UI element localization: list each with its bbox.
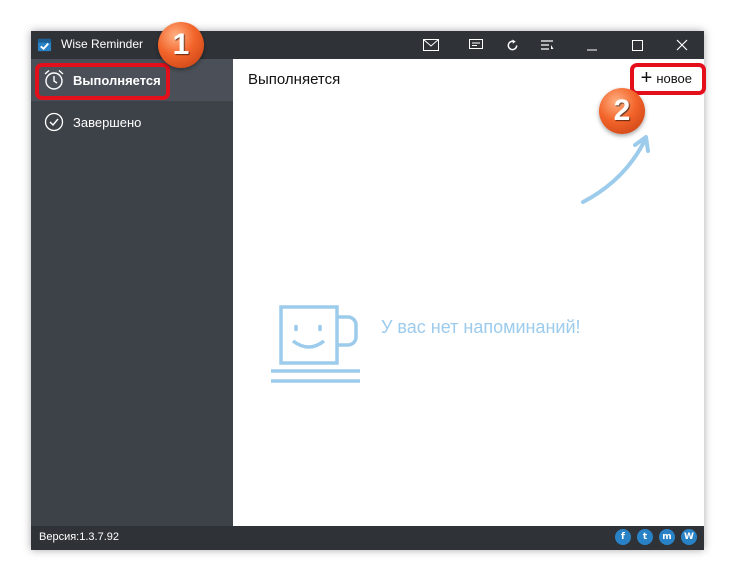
highlight-in-progress [35,63,170,100]
check-circle-icon [43,111,65,133]
facebook-icon[interactable]: f [615,529,631,545]
close-button[interactable] [670,35,694,55]
twitter-icon[interactable]: t [637,529,653,545]
refresh-icon [507,38,517,50]
step-badge-2: 2 [599,88,645,134]
minimize-button[interactable] [580,35,604,55]
app-logo-icon [37,38,52,52]
wise-icon[interactable]: W [681,529,697,545]
sidebar: Выполняется Завершено [31,59,233,526]
step-badge-1: 1 [158,22,204,68]
maximize-button[interactable] [625,35,649,55]
sidebar-item-label: Завершено [73,114,142,130]
sidebar-item-completed[interactable]: Завершено [31,101,233,143]
menu-button[interactable] [535,35,559,55]
minimize-icon [587,49,597,51]
close-icon [676,39,688,51]
refresh-button[interactable] [500,35,524,55]
message-button[interactable] [464,35,488,55]
mail-button[interactable] [419,35,443,55]
mail-icon [423,39,439,51]
highlight-new-button [630,63,706,95]
menu-icon [541,40,554,50]
page-title: Выполняется [248,71,341,88]
maximize-icon [631,39,643,51]
arrow-icon [581,135,650,204]
titlebar: Wise Reminder [31,31,704,59]
message-icon [469,39,483,49]
email-icon[interactable]: m [659,529,675,545]
footer: Версия:1.3.7.92 f t m W [31,526,704,550]
empty-state-message: У вас нет напоминаний! [381,317,581,337]
version-label: Версия:1.3.7.92 [39,531,119,543]
coffee-cup-icon [271,305,360,383]
app-title: Wise Reminder [61,37,144,51]
